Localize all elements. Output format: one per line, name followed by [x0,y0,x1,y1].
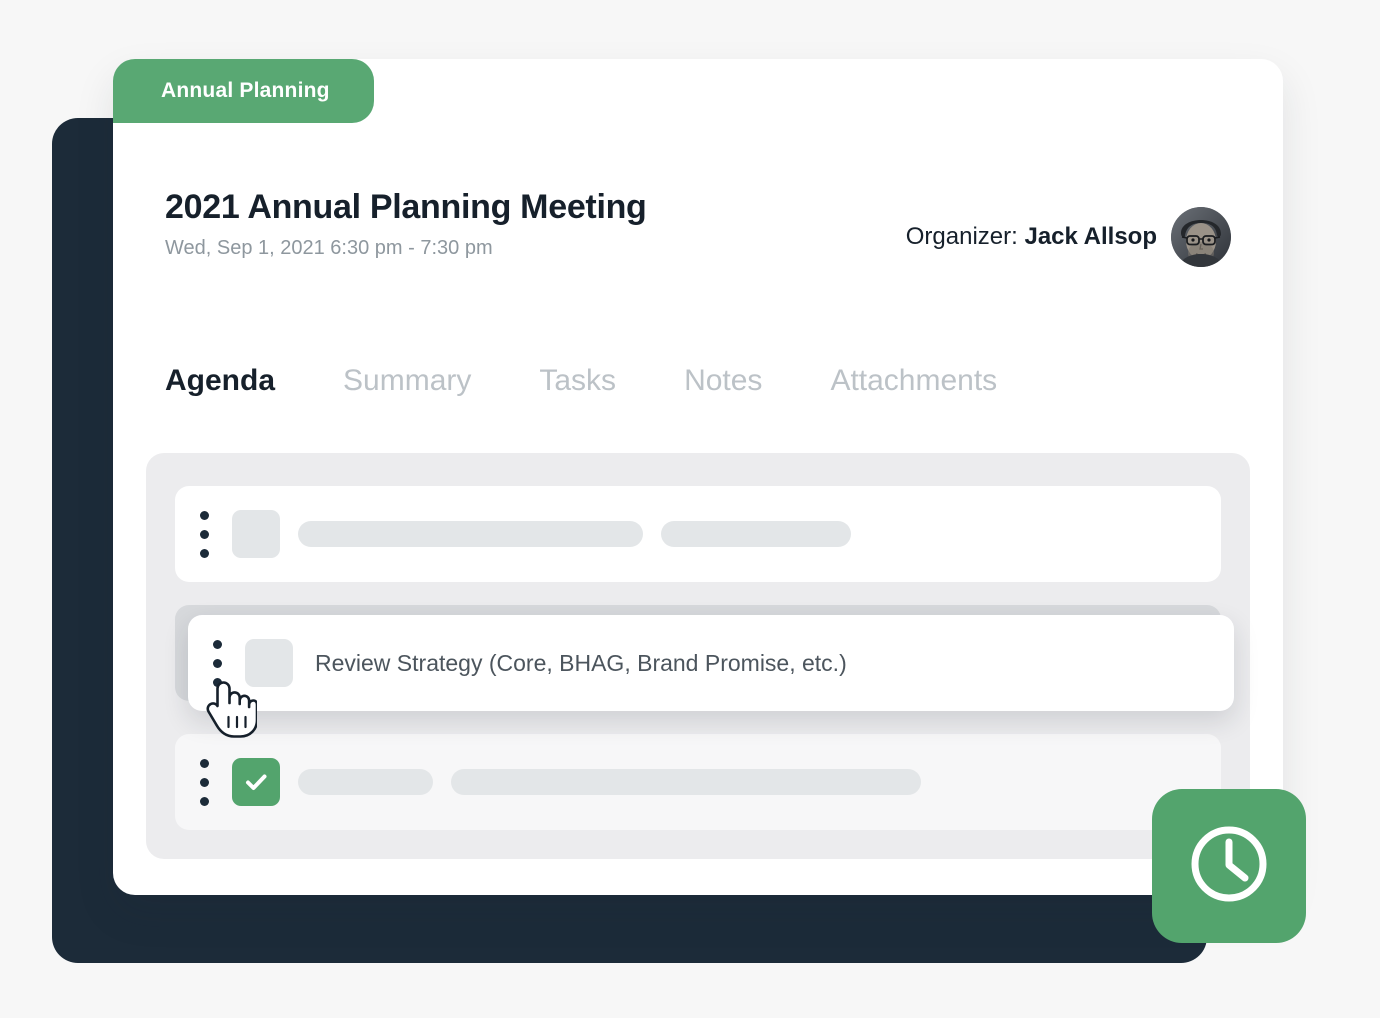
dot [200,529,209,539]
organizer-text: Organizer: Jack Allsop [906,223,1157,251]
screenshot-stage: 2021 Annual Planning Meeting Wed, Sep 1,… [0,0,1380,1018]
category-tab[interactable]: Annual Planning [113,59,374,123]
check-icon [241,767,271,797]
tab-agenda[interactable]: Agenda [165,364,343,397]
drag-handle-icon[interactable] [200,510,214,558]
agenda-checkbox-2[interactable] [245,639,293,687]
dot [200,777,209,787]
organizer: Organizer: Jack Allsop [906,207,1231,267]
agenda-placeholder-bars-1 [298,521,851,547]
dot [213,658,222,668]
meeting-datetime: Wed, Sep 1, 2021 6:30 pm - 7:30 pm [165,237,493,260]
agenda-checkbox-1[interactable] [232,510,280,558]
meeting-panel: 2021 Annual Planning Meeting Wed, Sep 1,… [113,59,1283,895]
meeting-header: 2021 Annual Planning Meeting Wed, Sep 1,… [113,187,1283,267]
skeleton-bar [451,769,921,795]
dot [200,758,209,768]
organizer-name: Jack Allsop [1024,223,1157,250]
agenda-list: Review Strategy (Core, BHAG, Brand Promi… [146,453,1250,859]
skeleton-bar [661,521,851,547]
dot [213,639,222,649]
avatar[interactable] [1171,207,1231,267]
tab-attachments[interactable]: Attachments [830,364,1065,397]
clock-icon [1181,816,1277,917]
tab-summary[interactable]: Summary [343,364,539,397]
agenda-row-3[interactable] [175,734,1221,830]
tab-tasks[interactable]: Tasks [539,364,684,397]
agenda-placeholder-bars-3 [298,769,921,795]
dot [200,796,209,806]
skeleton-bar [298,769,433,795]
dot [213,677,222,687]
agenda-row-2[interactable]: Review Strategy (Core, BHAG, Brand Promi… [188,615,1234,711]
dot [200,548,209,558]
page-title: 2021 Annual Planning Meeting [165,188,647,226]
dot [200,510,209,520]
meeting-title-block: 2021 Annual Planning Meeting Wed, Sep 1,… [165,187,647,260]
organizer-label: Organizer: [905,223,1018,250]
tab-bar: Agenda Summary Tasks Notes Attachments [165,364,1065,397]
skeleton-bar [298,521,643,547]
drag-handle-icon[interactable] [213,639,227,687]
drag-handle-icon[interactable] [200,758,214,806]
agenda-row-1[interactable] [175,486,1221,582]
agenda-item-label: Review Strategy (Core, BHAG, Brand Promi… [315,649,847,676]
tab-notes[interactable]: Notes [684,364,830,397]
clock-fab-button[interactable] [1152,789,1306,943]
agenda-checkbox-3[interactable] [232,758,280,806]
